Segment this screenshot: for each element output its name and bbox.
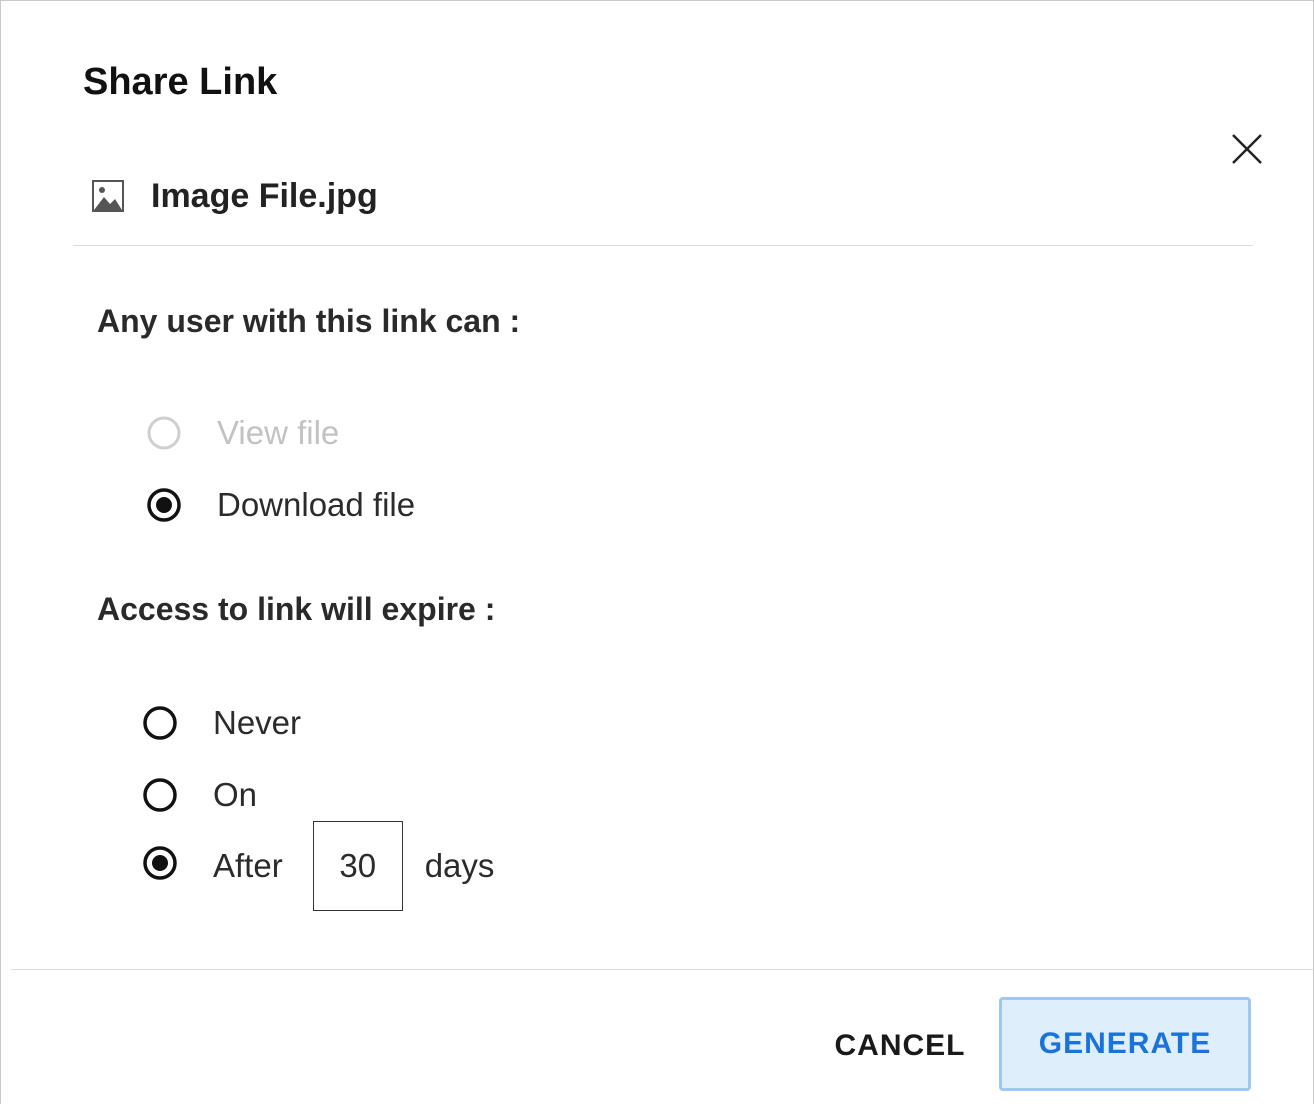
footer-divider: [11, 969, 1314, 970]
radio-label-never: Never: [213, 704, 302, 741]
days-unit-label: days: [424, 847, 495, 884]
radio-unselected-icon: [143, 706, 177, 740]
radio-unselected-icon: [147, 416, 181, 450]
radio-selected-icon: [143, 846, 177, 880]
cancel-button[interactable]: CANCEL: [815, 1013, 985, 1079]
radio-unselected-icon: [143, 778, 177, 812]
radio-never[interactable]: Never: [143, 701, 301, 745]
radio-label-on: On: [213, 776, 258, 813]
permissions-label: Any user with this link can :: [97, 303, 521, 339]
radio-after[interactable]: After days: [143, 821, 494, 911]
file-name: Image File.jpg: [151, 176, 378, 215]
radio-view-file: View file: [147, 411, 339, 455]
dialog-title: Share Link: [83, 61, 278, 103]
file-row: Image File.jpg: [89, 171, 378, 221]
radio-on[interactable]: On: [143, 773, 257, 817]
close-icon: [1232, 134, 1262, 164]
radio-label-download-file: Download file: [217, 486, 416, 523]
radio-download-file[interactable]: Download file: [147, 483, 415, 527]
header-divider: [73, 245, 1253, 246]
image-file-icon: [92, 180, 124, 212]
radio-selected-icon: [147, 488, 181, 522]
generate-button[interactable]: GENERATE: [999, 997, 1251, 1091]
radio-label-view-file: View file: [217, 414, 340, 451]
expiry-days-input[interactable]: [312, 821, 403, 911]
share-link-dialog: Share Link Image File.jpg Any user with …: [0, 0, 1314, 1104]
radio-label-after: After: [213, 847, 283, 884]
expiry-label: Access to link will expire :: [97, 591, 496, 627]
close-button[interactable]: [1225, 127, 1269, 171]
